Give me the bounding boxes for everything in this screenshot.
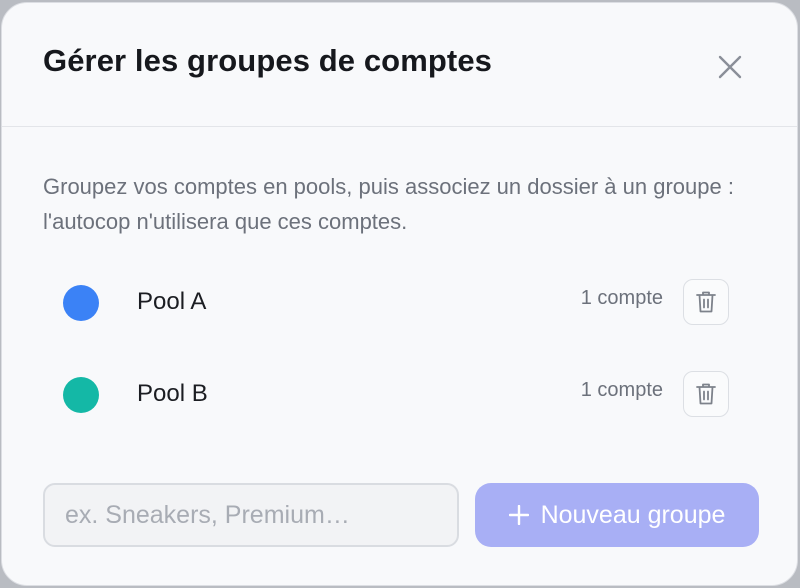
close-icon (718, 55, 742, 79)
new-group-name-input[interactable] (43, 483, 459, 547)
plus-icon (508, 505, 529, 525)
group-row-pool-a: Pool A 1 compte (2, 273, 797, 333)
manage-groups-dialog: Gérer les groupes de comptes Groupez vos… (1, 2, 798, 586)
group-name: Pool A (137, 288, 207, 315)
group-account-count: 1 compte (580, 287, 663, 309)
delete-group-button[interactable] (683, 279, 729, 325)
group-color-dot (63, 285, 99, 321)
group-row-pool-b: Pool B 1 compte (2, 365, 797, 425)
group-color-dot (63, 377, 99, 413)
dialog-header: Gérer les groupes de comptes (2, 3, 797, 127)
trash-icon (696, 383, 716, 405)
new-group-button-label: Nouveau groupe (540, 500, 726, 529)
dialog-description: Groupez vos comptes en pools, puis assoc… (43, 174, 734, 234)
new-group-button[interactable]: Nouveau groupe (475, 483, 759, 547)
group-name: Pool B (137, 380, 208, 407)
close-button[interactable] (710, 47, 750, 87)
dialog-title: Gérer les groupes de comptes (43, 43, 493, 78)
delete-group-button[interactable] (683, 371, 729, 417)
group-account-count: 1 compte (580, 379, 663, 401)
trash-icon (696, 291, 716, 313)
